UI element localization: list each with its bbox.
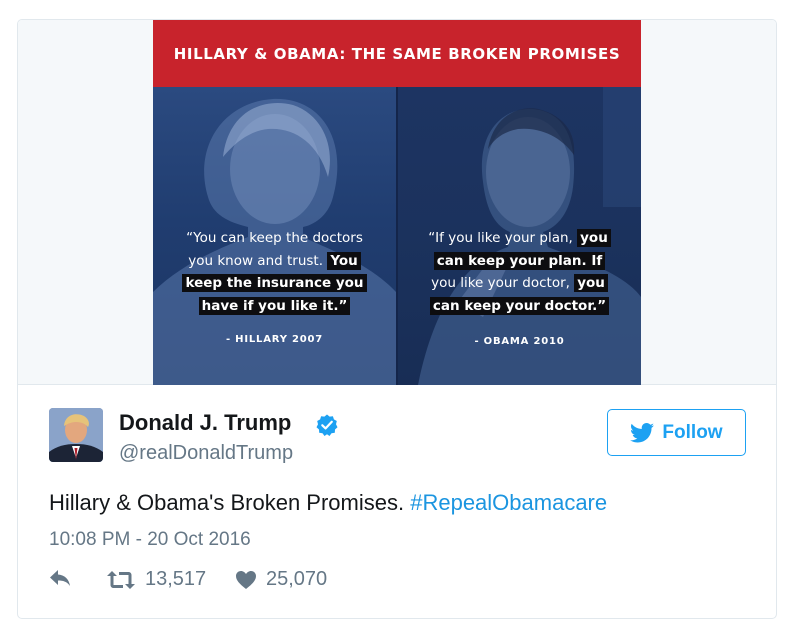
heart-icon bbox=[236, 570, 256, 589]
follow-button-label: Follow bbox=[662, 421, 723, 443]
avatar[interactable] bbox=[49, 408, 103, 462]
tweet-text: Hillary & Obama's Broken Promises. #Repe… bbox=[49, 490, 607, 516]
graphic-banner: HILLARY & OBAMA: THE SAME BROKEN PROMISE… bbox=[153, 20, 641, 87]
promises-graphic[interactable]: HILLARY & OBAMA: THE SAME BROKEN PROMISE… bbox=[153, 20, 641, 385]
twitter-bird-icon bbox=[630, 422, 655, 442]
hillary-panel: “You can keep the doctors you know and t… bbox=[153, 87, 396, 385]
obama-quote: “If you like your plan, you can keep you… bbox=[398, 227, 641, 317]
like-count: 25,070 bbox=[266, 568, 328, 590]
retweet-icon bbox=[107, 570, 135, 589]
hashtag-link[interactable]: #RepealObamacare bbox=[410, 490, 607, 515]
follow-button[interactable]: Follow bbox=[607, 409, 746, 456]
hillary-attribution: - HILLARY 2007 bbox=[225, 334, 324, 345]
hillary-quote: “You can keep the doctors you know and t… bbox=[153, 227, 396, 317]
tweet-card: HILLARY & OBAMA: THE SAME BROKEN PROMISE… bbox=[17, 19, 777, 619]
author-display-name[interactable]: Donald J. Trump bbox=[119, 410, 291, 436]
verified-badge-icon bbox=[316, 414, 338, 436]
obama-attribution: - OBAMA 2010 bbox=[474, 336, 565, 347]
avatar-image bbox=[49, 408, 103, 462]
author-handle[interactable]: @realDonaldTrump bbox=[119, 442, 293, 465]
tweet-timestamp[interactable]: 10:08 PM - 20 Oct 2016 bbox=[49, 529, 251, 551]
reply-icon bbox=[50, 570, 70, 586]
like-button[interactable]: 25,070 bbox=[235, 568, 327, 591]
tweet-text-body: Hillary & Obama's Broken Promises. bbox=[49, 490, 405, 515]
retweet-button[interactable]: 13,517 bbox=[106, 568, 206, 591]
retweet-count: 13,517 bbox=[145, 568, 207, 590]
obama-panel: “If you like your plan, you can keep you… bbox=[398, 87, 641, 385]
reply-button[interactable] bbox=[48, 568, 72, 588]
tweet-media[interactable]: HILLARY & OBAMA: THE SAME BROKEN PROMISE… bbox=[18, 20, 776, 385]
